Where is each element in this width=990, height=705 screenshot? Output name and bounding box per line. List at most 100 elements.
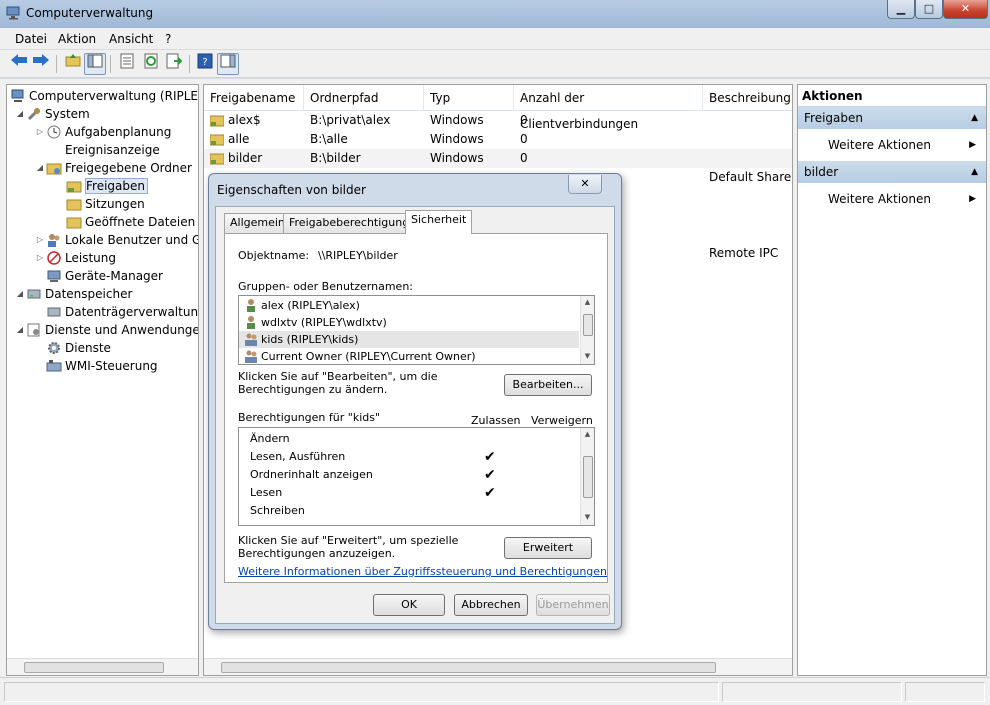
column-header-clientverbindungen[interactable]: Anzahl der Clientverbindungen	[514, 85, 703, 131]
table-row[interactable]: alle B:\alle Windows 0	[204, 130, 792, 149]
tab-sicherheit[interactable]: Sicherheit	[405, 210, 473, 234]
edit-hint: Klicken Sie auf "Bearbeiten", um die Ber…	[238, 370, 438, 396]
weitere-aktionen-item[interactable]: Weitere Aktionen ▶	[798, 129, 986, 161]
tree-horizontal-scrollbar[interactable]	[7, 658, 198, 675]
list-item[interactable]: alex (RIPLEY\alex)	[239, 297, 579, 314]
ok-button[interactable]: OK	[373, 594, 445, 616]
tree-item-dienste[interactable]: Dienste	[35, 339, 111, 357]
column-header-typ[interactable]: Typ	[424, 85, 514, 111]
permission-row: Schreiben	[250, 504, 305, 517]
user-icon	[244, 315, 258, 329]
apply-button[interactable]: Übernehmen	[536, 594, 610, 616]
show-hide-tree-icon[interactable]	[84, 53, 106, 75]
tree-item-sitzungen[interactable]: Sitzungen	[55, 195, 145, 213]
expanded-arrow-icon[interactable]: ◢	[15, 285, 25, 303]
tree-item-freigegebene-ordner[interactable]: ◢ Freigegebene Ordner	[35, 159, 192, 177]
weitere-aktionen-item[interactable]: Weitere Aktionen ▶	[798, 183, 986, 215]
menu-aktion[interactable]: Aktion	[58, 32, 96, 46]
menu-ansicht[interactable]: Ansicht	[109, 32, 153, 46]
tree-item-datenspeicher[interactable]: ◢ Datenspeicher	[15, 285, 132, 303]
permissions-scrollbar[interactable]: ▲ ▼	[580, 428, 594, 525]
users-listbox[interactable]: alex (RIPLEY\alex) wdlxtv (RIPLEY\wdlxtv…	[238, 295, 595, 365]
dialog-body: Allgemein Freigabeberechtigungen Sicherh…	[215, 206, 615, 624]
computer-management-icon	[6, 6, 20, 20]
maximize-button[interactable]: □	[915, 0, 943, 19]
tree-item-dienste-und-anwendungen[interactable]: ◢ Dienste und Anwendungen	[15, 321, 198, 339]
edit-button[interactable]: Bearbeiten...	[504, 374, 592, 396]
clock-icon	[46, 124, 62, 140]
tab-allgemein[interactable]: Allgemein	[224, 213, 291, 233]
allow-check-icon: ✔	[484, 449, 496, 465]
share-icon	[209, 152, 225, 165]
scrollbar-thumb[interactable]	[583, 314, 593, 336]
tree-item-system[interactable]: ◢ System	[15, 105, 90, 123]
permission-row: Ändern	[250, 432, 290, 445]
refresh-icon[interactable]	[140, 53, 162, 75]
help-icon[interactable]: ?	[194, 53, 216, 75]
scroll-up-icon[interactable]: ▲	[581, 296, 594, 309]
export-list-icon[interactable]	[163, 53, 185, 75]
scroll-down-icon[interactable]: ▼	[581, 511, 594, 524]
column-header-beschreibung[interactable]: Beschreibung	[703, 85, 792, 111]
collapsed-arrow-icon[interactable]: ▷	[35, 123, 45, 141]
share-icon	[209, 133, 225, 146]
users-scrollbar[interactable]: ▲ ▼	[580, 296, 594, 364]
list-header: Freigabename Ordnerpfad Typ Anzahl der C…	[204, 85, 792, 131]
properties-icon[interactable]	[116, 53, 138, 75]
object-name-value: \\RIPLEY\bilder	[318, 249, 398, 262]
permissions-list[interactable]: Ändern Lesen, Ausführen ✔ Ordnerinhalt an…	[238, 427, 595, 526]
list-item[interactable]: kids (RIPLEY\kids)	[239, 331, 579, 348]
collapsed-arrow-icon[interactable]: ▷	[35, 231, 45, 249]
tree-item-lokale-benutzer[interactable]: ▷ Lokale Benutzer und Gr	[35, 231, 198, 249]
svg-text:?: ?	[202, 57, 207, 68]
list-item[interactable]: Current Owner (RIPLEY\Current Owner)	[239, 348, 579, 364]
column-header-ordnerpfad[interactable]: Ordnerpfad	[304, 85, 424, 111]
expanded-arrow-icon[interactable]: ◢	[15, 321, 25, 339]
groups-label: Gruppen- oder Benutzernamen:	[238, 280, 414, 293]
properties-dialog: Eigenschaften von bilder ✕ Allgemein Fre…	[208, 173, 622, 630]
scrollbar-thumb[interactable]	[24, 662, 164, 673]
access-control-info-link[interactable]: Weitere Informationen über Zugriffssteue…	[238, 565, 607, 578]
collapse-up-icon[interactable]: ▲	[971, 107, 978, 129]
tree-item-geoeffnete-dateien[interactable]: Geöffnete Dateien	[55, 213, 195, 231]
up-folder-icon[interactable]	[62, 53, 84, 75]
back-arrow-icon[interactable]	[8, 53, 30, 75]
close-button[interactable]: ✕	[943, 0, 988, 19]
expanded-arrow-icon[interactable]: ◢	[15, 105, 25, 123]
submenu-arrow-icon: ▶	[969, 194, 976, 204]
menu-datei[interactable]: Datei	[15, 32, 47, 46]
collapsed-arrow-icon[interactable]: ▷	[35, 249, 45, 267]
column-header-freigabename[interactable]: Freigabename	[204, 85, 304, 111]
list-horizontal-scrollbar[interactable]	[204, 658, 792, 675]
tree-item-aufgabenplanung[interactable]: ▷ Aufgabenplanung	[35, 123, 171, 141]
actions-section-freigaben[interactable]: Freigaben ▲	[798, 107, 986, 129]
list-item[interactable]: wdlxtv (RIPLEY\wdlxtv)	[239, 314, 579, 331]
tree-item-freigaben[interactable]: Freigaben	[55, 177, 148, 195]
scroll-up-icon[interactable]: ▲	[581, 428, 594, 441]
scrollbar-thumb[interactable]	[583, 456, 593, 498]
share-icon	[209, 114, 225, 127]
advanced-button[interactable]: Erweitert	[504, 537, 592, 559]
gear-icon	[46, 340, 62, 356]
tree-item-wmi-steuerung[interactable]: WMI-Steuerung	[35, 357, 158, 375]
tree-item-datentraegerverwaltung[interactable]: Datenträgerverwaltung	[35, 303, 198, 321]
forward-arrow-icon[interactable]	[30, 53, 52, 75]
tree-item-leistung[interactable]: ▷ Leistung	[35, 249, 116, 267]
cancel-button[interactable]: Abbrechen	[454, 594, 528, 616]
tree-item-geraete-manager[interactable]: Geräte-Manager	[35, 267, 163, 285]
minimize-button[interactable]: ▁	[887, 0, 915, 19]
allow-check-icon: ✔	[484, 467, 496, 483]
table-row[interactable]: bilder B:\bilder Windows 0	[204, 149, 792, 168]
collapse-up-icon[interactable]: ▲	[971, 161, 978, 183]
scrollbar-thumb[interactable]	[221, 662, 716, 673]
scroll-down-icon[interactable]: ▼	[581, 350, 594, 363]
actions-section-bilder[interactable]: bilder ▲	[798, 161, 986, 183]
permissions-label: Berechtigungen für "kids"	[238, 411, 381, 424]
tree-item-ereignisanzeige[interactable]: Ereignisanzeige	[35, 141, 160, 159]
dialog-close-button[interactable]: ✕	[568, 175, 602, 194]
show-action-pane-icon[interactable]	[217, 53, 239, 75]
tree-item-computerverwaltung[interactable]: Computerverwaltung (RIPLEY)	[9, 87, 198, 105]
expanded-arrow-icon[interactable]: ◢	[35, 159, 45, 177]
menu-help[interactable]: ?	[165, 32, 171, 46]
table-row[interactable]: alex$ B:\privat\alex Windows 0	[204, 111, 792, 130]
